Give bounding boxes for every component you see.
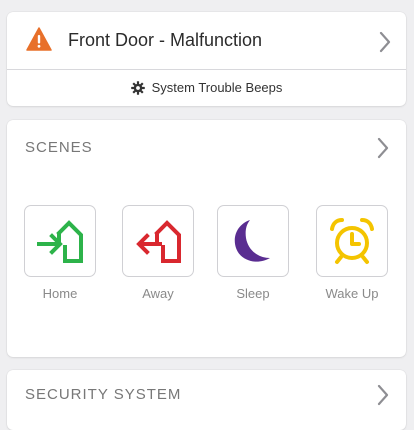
security-system-title: SECURITY SYSTEM [25,386,182,403]
malfunction-alert-row[interactable]: Front Door - Malfunction [7,12,406,69]
scenes-title: SCENES [25,139,93,156]
scene-home-button[interactable]: Home [24,205,96,301]
warning-triangle-icon [26,27,52,51]
scene-home-tile[interactable] [24,205,96,277]
scenes-card: SCENES Home Away Sleep Wake Up [7,120,406,357]
gear-icon [130,80,145,95]
scene-sleep-tile[interactable] [217,205,289,277]
moon-icon [234,220,270,262]
system-trouble-beeps-row[interactable]: System Trouble Beeps [7,70,406,105]
alert-title: Front Door - Malfunction [68,30,263,50]
home-arrive-icon [37,220,83,263]
scene-sleep-label: Sleep [236,286,270,301]
scene-wake-up-label: Wake Up [325,286,379,301]
scene-sleep-button[interactable]: Sleep [217,205,289,301]
scene-away-label: Away [142,286,174,301]
scene-away-tile[interactable] [122,205,194,277]
scene-away-button[interactable]: Away [122,205,194,301]
home-leave-icon [136,220,181,263]
chevron-right-icon [377,384,389,406]
chevron-right-icon [377,137,389,159]
scene-wake-up-tile[interactable] [316,205,388,277]
alert-card: Front Door - Malfunction System Trouble … [7,12,406,106]
system-trouble-beeps-label: System Trouble Beeps [151,80,283,95]
scene-wake-up-button[interactable]: Wake Up [316,205,388,301]
security-system-card[interactable]: SECURITY SYSTEM [7,370,406,430]
alarm-clock-icon [330,218,374,264]
chevron-right-icon [379,31,391,53]
scene-home-label: Home [42,286,78,301]
